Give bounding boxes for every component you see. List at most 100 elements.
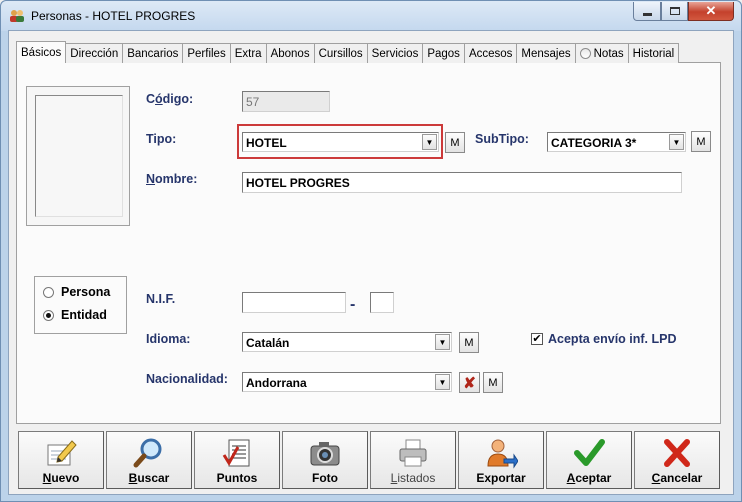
- tab-label: Abonos: [270, 47, 310, 60]
- radio-off-icon: [43, 286, 54, 298]
- photo-frame[interactable]: [26, 86, 130, 226]
- tab-basicos[interactable]: Básicos: [16, 41, 67, 63]
- entidad-radio[interactable]: Entidad: [43, 308, 107, 322]
- tab-pagos[interactable]: Pagos: [422, 43, 465, 63]
- subtipo-select[interactable]: CATEGORIA 3* ▼: [547, 132, 686, 152]
- persona-entidad-group: Persona Entidad: [34, 276, 127, 334]
- tab-historial[interactable]: Historial: [627, 43, 680, 63]
- idioma-label: Idioma:: [146, 332, 191, 346]
- tab-label: Notas: [593, 47, 624, 60]
- red-x-icon: ✘: [463, 374, 476, 392]
- tab-label: Accesos: [468, 47, 513, 60]
- tab-accesos[interactable]: Accesos: [463, 43, 518, 63]
- tipo-label: Tipo:: [146, 132, 177, 146]
- tipo-select[interactable]: HOTEL ▼: [242, 132, 439, 152]
- title-bar[interactable]: Personas - HOTEL PROGRES ✕: [1, 1, 741, 31]
- close-button[interactable]: ✕: [688, 2, 734, 21]
- nuevo-button[interactable]: Nuevo: [18, 431, 104, 489]
- tipo-value: HOTEL: [246, 136, 287, 150]
- buscar-label: Buscar: [128, 471, 170, 485]
- tab-bar: Básicos Dirección Bancarios Perfiles Ext…: [16, 41, 680, 63]
- lpd-label: Acepta envío inf. LPD: [548, 332, 677, 346]
- people-icon: [10, 10, 24, 22]
- tab-label: Historial: [632, 47, 675, 60]
- nombre-label: Nombre:: [146, 172, 198, 186]
- exportar-label: Exportar: [476, 471, 526, 485]
- chevron-down-icon[interactable]: ▼: [422, 134, 437, 150]
- tab-label: Perfiles: [187, 47, 226, 60]
- tab-bancarios[interactable]: Bancarios: [122, 43, 184, 63]
- checkmark-icon: [547, 436, 631, 470]
- aceptar-button[interactable]: Aceptar: [546, 431, 632, 489]
- tab-label: Mensajes: [521, 47, 571, 60]
- window-title: Personas - HOTEL PROGRES: [31, 9, 196, 23]
- maximize-icon: [669, 7, 680, 15]
- camera-icon: [283, 436, 367, 470]
- tab-notas[interactable]: Notas: [574, 43, 629, 63]
- foto-button[interactable]: Foto: [282, 431, 368, 489]
- close-icon: ✕: [705, 3, 717, 18]
- subtipo-label: SubTipo:: [475, 132, 529, 146]
- listados-button[interactable]: Listados: [370, 431, 456, 489]
- tab-abonos[interactable]: Abonos: [265, 43, 315, 63]
- minimize-button[interactable]: [633, 2, 661, 21]
- chevron-down-icon[interactable]: ▼: [669, 134, 684, 150]
- maximize-button[interactable]: [661, 2, 688, 21]
- chevron-down-icon[interactable]: ▼: [435, 334, 450, 350]
- tab-label: Bancarios: [127, 47, 179, 60]
- tab-label: Cursillos: [318, 47, 363, 60]
- nacionalidad-m-button[interactable]: M: [483, 372, 503, 393]
- nacionalidad-value: Andorrana: [246, 376, 307, 390]
- nif-separator: -: [350, 296, 356, 313]
- tab-perfiles[interactable]: Perfiles: [182, 43, 231, 63]
- subtipo-value: CATEGORIA 3*: [551, 136, 637, 150]
- idioma-m-button[interactable]: M: [459, 332, 479, 353]
- checklist-icon: [195, 436, 279, 470]
- tab-label: Dirección: [70, 47, 119, 60]
- tipo-m-button[interactable]: M: [445, 132, 465, 153]
- printer-icon: [371, 436, 455, 470]
- photo-image: [35, 95, 123, 217]
- nif-input[interactable]: [242, 292, 346, 313]
- tab-label: Servicios: [371, 47, 419, 60]
- puntos-label: Puntos: [216, 471, 258, 485]
- user-export-icon: [459, 436, 543, 470]
- clear-nacionalidad-button[interactable]: ✘: [459, 372, 480, 393]
- tab-label: Básicos: [21, 46, 62, 59]
- nombre-input[interactable]: HOTEL PROGRES: [242, 172, 682, 193]
- nacionalidad-select[interactable]: Andorrana ▼: [242, 372, 452, 392]
- nacionalidad-label: Nacionalidad:: [146, 372, 228, 386]
- tab-extra[interactable]: Extra: [229, 43, 267, 63]
- aceptar-label: Aceptar: [566, 471, 612, 485]
- codigo-field: 57: [242, 91, 330, 112]
- pencil-paper-icon: [19, 436, 103, 470]
- nuevo-label: Nuevo: [42, 471, 80, 485]
- subtipo-m-button[interactable]: M: [691, 131, 711, 152]
- tab-direccion[interactable]: Dirección: [65, 43, 124, 63]
- tab-label: Extra: [234, 47, 262, 60]
- puntos-button[interactable]: Puntos: [194, 431, 280, 489]
- entidad-label: Entidad: [61, 308, 107, 322]
- nif-label: N.I.F.: [146, 292, 176, 306]
- buscar-button[interactable]: Buscar: [106, 431, 192, 489]
- nif-suffix-input[interactable]: [370, 292, 394, 313]
- persona-label: Persona: [61, 285, 111, 299]
- tab-servicios[interactable]: Servicios: [366, 43, 424, 63]
- cancelar-label: Cancelar: [651, 471, 703, 485]
- radio-on-icon: [43, 309, 54, 321]
- magnifier-icon: [107, 436, 191, 470]
- tab-label: Pagos: [427, 47, 460, 60]
- cancelar-button[interactable]: Cancelar: [634, 431, 720, 489]
- tab-cursillos[interactable]: Cursillos: [313, 43, 368, 63]
- minimize-icon: [642, 12, 652, 16]
- persona-radio[interactable]: Persona: [43, 285, 110, 299]
- chevron-down-icon[interactable]: ▼: [435, 374, 450, 390]
- tab-mensajes[interactable]: Mensajes: [516, 43, 576, 63]
- idioma-select[interactable]: Catalán ▼: [242, 332, 452, 352]
- exportar-button[interactable]: Exportar: [458, 431, 544, 489]
- codigo-label: Código:: [146, 92, 194, 106]
- idioma-value: Catalán: [246, 336, 290, 350]
- red-x-icon: [635, 436, 719, 470]
- checkmark-icon: ✔: [532, 333, 542, 345]
- lpd-checkbox[interactable]: ✔: [531, 333, 543, 345]
